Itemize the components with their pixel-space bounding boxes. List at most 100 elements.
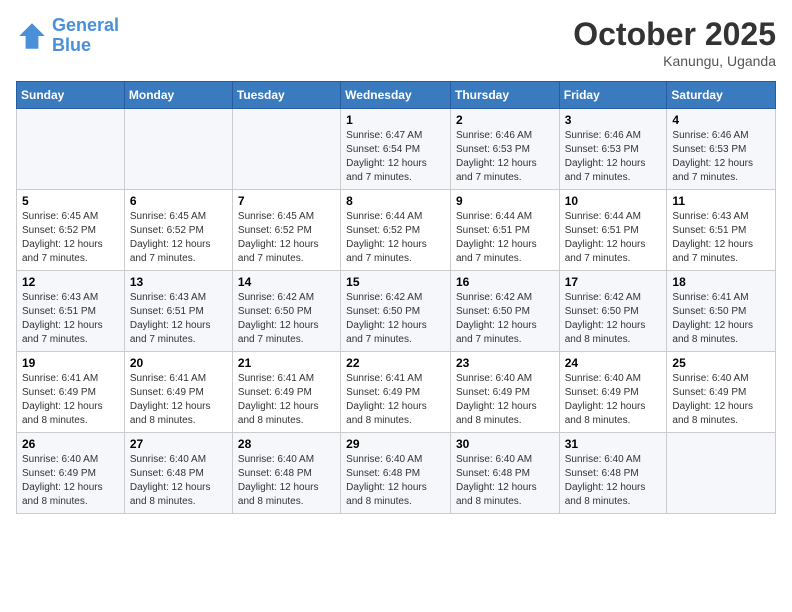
day-info: Sunrise: 6:45 AM Sunset: 6:52 PM Dayligh… — [238, 210, 335, 266]
day-info: Sunrise: 6:42 AM Sunset: 6:50 PM Dayligh… — [456, 291, 554, 347]
day-info: Sunrise: 6:41 AM Sunset: 6:49 PM Dayligh… — [238, 372, 335, 428]
weekday-header-row: SundayMondayTuesdayWednesdayThursdayFrid… — [17, 82, 776, 109]
month-year: October 2025 — [573, 16, 776, 53]
day-number: 8 — [346, 194, 445, 208]
calendar-week-1: 1Sunrise: 6:47 AM Sunset: 6:54 PM Daylig… — [17, 109, 776, 190]
day-info: Sunrise: 6:43 AM Sunset: 6:51 PM Dayligh… — [22, 291, 119, 347]
day-info: Sunrise: 6:40 AM Sunset: 6:48 PM Dayligh… — [238, 453, 335, 509]
weekday-header-wednesday: Wednesday — [341, 82, 451, 109]
day-number: 7 — [238, 194, 335, 208]
calendar-cell: 6 Sunrise: 6:45 AM Sunset: 6:52 PM Daylig… — [124, 190, 232, 271]
day-info: Sunrise: 6:42 AM Sunset: 6:50 PM Dayligh… — [346, 291, 445, 347]
day-number: 5 — [22, 194, 119, 208]
day-number: 16 — [456, 275, 554, 289]
logo-line2: Blue — [52, 35, 91, 55]
day-number: 10 — [565, 194, 662, 208]
calendar-cell: 17Sunrise: 6:42 AM Sunset: 6:50 PM Dayli… — [559, 271, 667, 352]
calendar-cell: 14 Sunrise: 6:42 AM Sunset: 6:50 PM Dayli… — [232, 271, 340, 352]
calendar-cell: 1Sunrise: 6:47 AM Sunset: 6:54 PM Daylig… — [341, 109, 451, 190]
day-number: 31 — [565, 437, 662, 451]
calendar-cell: 30 Sunrise: 6:40 AM Sunset: 6:48 PM Dayli… — [450, 433, 559, 514]
calendar-cell: 22 Sunrise: 6:41 AM Sunset: 6:49 PM Dayli… — [341, 352, 451, 433]
weekday-header-sunday: Sunday — [17, 82, 125, 109]
day-info: Sunrise: 6:46 AM Sunset: 6:53 PM Dayligh… — [565, 129, 662, 185]
day-number: 17 — [565, 275, 662, 289]
day-number: 11 — [672, 194, 770, 208]
day-number: 6 — [130, 194, 227, 208]
calendar-cell — [667, 433, 776, 514]
weekday-header-monday: Monday — [124, 82, 232, 109]
day-info: Sunrise: 6:41 AM Sunset: 6:50 PM Dayligh… — [672, 291, 770, 347]
calendar-cell: 26 Sunrise: 6:40 AM Sunset: 6:49 PM Dayli… — [17, 433, 125, 514]
day-info: Sunrise: 6:43 AM Sunset: 6:51 PM Dayligh… — [130, 291, 227, 347]
day-info: Sunrise: 6:40 AM Sunset: 6:49 PM Dayligh… — [672, 372, 770, 428]
calendar-cell: 16 Sunrise: 6:42 AM Sunset: 6:50 PM Dayli… — [450, 271, 559, 352]
calendar-cell: 31 Sunrise: 6:40 AM Sunset: 6:48 PM Dayli… — [559, 433, 667, 514]
day-info: Sunrise: 6:41 AM Sunset: 6:49 PM Dayligh… — [22, 372, 119, 428]
day-info: Sunrise: 6:44 AM Sunset: 6:51 PM Dayligh… — [456, 210, 554, 266]
calendar-cell: 28 Sunrise: 6:40 AM Sunset: 6:48 PM Dayli… — [232, 433, 340, 514]
day-info: Sunrise: 6:40 AM Sunset: 6:48 PM Dayligh… — [565, 453, 662, 509]
day-number: 26 — [22, 437, 119, 451]
day-number: 13 — [130, 275, 227, 289]
calendar-cell: 9Sunrise: 6:44 AM Sunset: 6:51 PM Daylig… — [450, 190, 559, 271]
day-number: 15 — [346, 275, 445, 289]
logo-text: General Blue — [52, 16, 119, 56]
weekday-header-friday: Friday — [559, 82, 667, 109]
calendar-cell — [17, 109, 125, 190]
calendar-cell: 10Sunrise: 6:44 AM Sunset: 6:51 PM Dayli… — [559, 190, 667, 271]
calendar-cell: 23Sunrise: 6:40 AM Sunset: 6:49 PM Dayli… — [450, 352, 559, 433]
title-block: October 2025 Kanungu, Uganda — [573, 16, 776, 69]
page-header: General Blue October 2025 Kanungu, Ugand… — [16, 16, 776, 69]
day-info: Sunrise: 6:41 AM Sunset: 6:49 PM Dayligh… — [130, 372, 227, 428]
calendar-cell: 3 Sunrise: 6:46 AM Sunset: 6:53 PM Daylig… — [559, 109, 667, 190]
day-info: Sunrise: 6:40 AM Sunset: 6:49 PM Dayligh… — [456, 372, 554, 428]
calendar-cell: 15 Sunrise: 6:42 AM Sunset: 6:50 PM Dayli… — [341, 271, 451, 352]
calendar-cell: 8Sunrise: 6:44 AM Sunset: 6:52 PM Daylig… — [341, 190, 451, 271]
calendar-cell — [232, 109, 340, 190]
calendar-cell: 29 Sunrise: 6:40 AM Sunset: 6:48 PM Dayli… — [341, 433, 451, 514]
day-number: 19 — [22, 356, 119, 370]
day-number: 1 — [346, 113, 445, 127]
day-number: 3 — [565, 113, 662, 127]
day-number: 2 — [456, 113, 554, 127]
calendar-week-3: 12 Sunrise: 6:43 AM Sunset: 6:51 PM Dayli… — [17, 271, 776, 352]
calendar-week-4: 19 Sunrise: 6:41 AM Sunset: 6:49 PM Dayli… — [17, 352, 776, 433]
weekday-header-saturday: Saturday — [667, 82, 776, 109]
day-info: Sunrise: 6:41 AM Sunset: 6:49 PM Dayligh… — [346, 372, 445, 428]
day-number: 22 — [346, 356, 445, 370]
day-number: 27 — [130, 437, 227, 451]
day-info: Sunrise: 6:40 AM Sunset: 6:49 PM Dayligh… — [565, 372, 662, 428]
day-number: 24 — [565, 356, 662, 370]
day-number: 18 — [672, 275, 770, 289]
day-number: 14 — [238, 275, 335, 289]
day-number: 4 — [672, 113, 770, 127]
calendar-cell: 19 Sunrise: 6:41 AM Sunset: 6:49 PM Dayli… — [17, 352, 125, 433]
calendar-cell: 12 Sunrise: 6:43 AM Sunset: 6:51 PM Dayli… — [17, 271, 125, 352]
calendar-cell: 5 Sunrise: 6:45 AM Sunset: 6:52 PM Daylig… — [17, 190, 125, 271]
calendar-cell: 13 Sunrise: 6:43 AM Sunset: 6:51 PM Dayli… — [124, 271, 232, 352]
day-info: Sunrise: 6:40 AM Sunset: 6:48 PM Dayligh… — [346, 453, 445, 509]
day-number: 12 — [22, 275, 119, 289]
day-number: 28 — [238, 437, 335, 451]
day-info: Sunrise: 6:45 AM Sunset: 6:52 PM Dayligh… — [130, 210, 227, 266]
day-info: Sunrise: 6:46 AM Sunset: 6:53 PM Dayligh… — [672, 129, 770, 185]
day-info: Sunrise: 6:45 AM Sunset: 6:52 PM Dayligh… — [22, 210, 119, 266]
calendar-cell: 24 Sunrise: 6:40 AM Sunset: 6:49 PM Dayli… — [559, 352, 667, 433]
logo-line1: General — [52, 15, 119, 35]
calendar-cell: 18 Sunrise: 6:41 AM Sunset: 6:50 PM Dayli… — [667, 271, 776, 352]
location: Kanungu, Uganda — [573, 53, 776, 69]
calendar-cell — [124, 109, 232, 190]
calendar-cell: 25Sunrise: 6:40 AM Sunset: 6:49 PM Dayli… — [667, 352, 776, 433]
day-number: 29 — [346, 437, 445, 451]
calendar-week-5: 26 Sunrise: 6:40 AM Sunset: 6:49 PM Dayli… — [17, 433, 776, 514]
logo-icon — [16, 20, 48, 52]
day-info: Sunrise: 6:42 AM Sunset: 6:50 PM Dayligh… — [238, 291, 335, 347]
calendar: SundayMondayTuesdayWednesdayThursdayFrid… — [16, 81, 776, 514]
day-info: Sunrise: 6:40 AM Sunset: 6:49 PM Dayligh… — [22, 453, 119, 509]
weekday-header-thursday: Thursday — [450, 82, 559, 109]
calendar-cell: 20Sunrise: 6:41 AM Sunset: 6:49 PM Dayli… — [124, 352, 232, 433]
day-info: Sunrise: 6:40 AM Sunset: 6:48 PM Dayligh… — [456, 453, 554, 509]
calendar-cell: 27Sunrise: 6:40 AM Sunset: 6:48 PM Dayli… — [124, 433, 232, 514]
day-number: 30 — [456, 437, 554, 451]
